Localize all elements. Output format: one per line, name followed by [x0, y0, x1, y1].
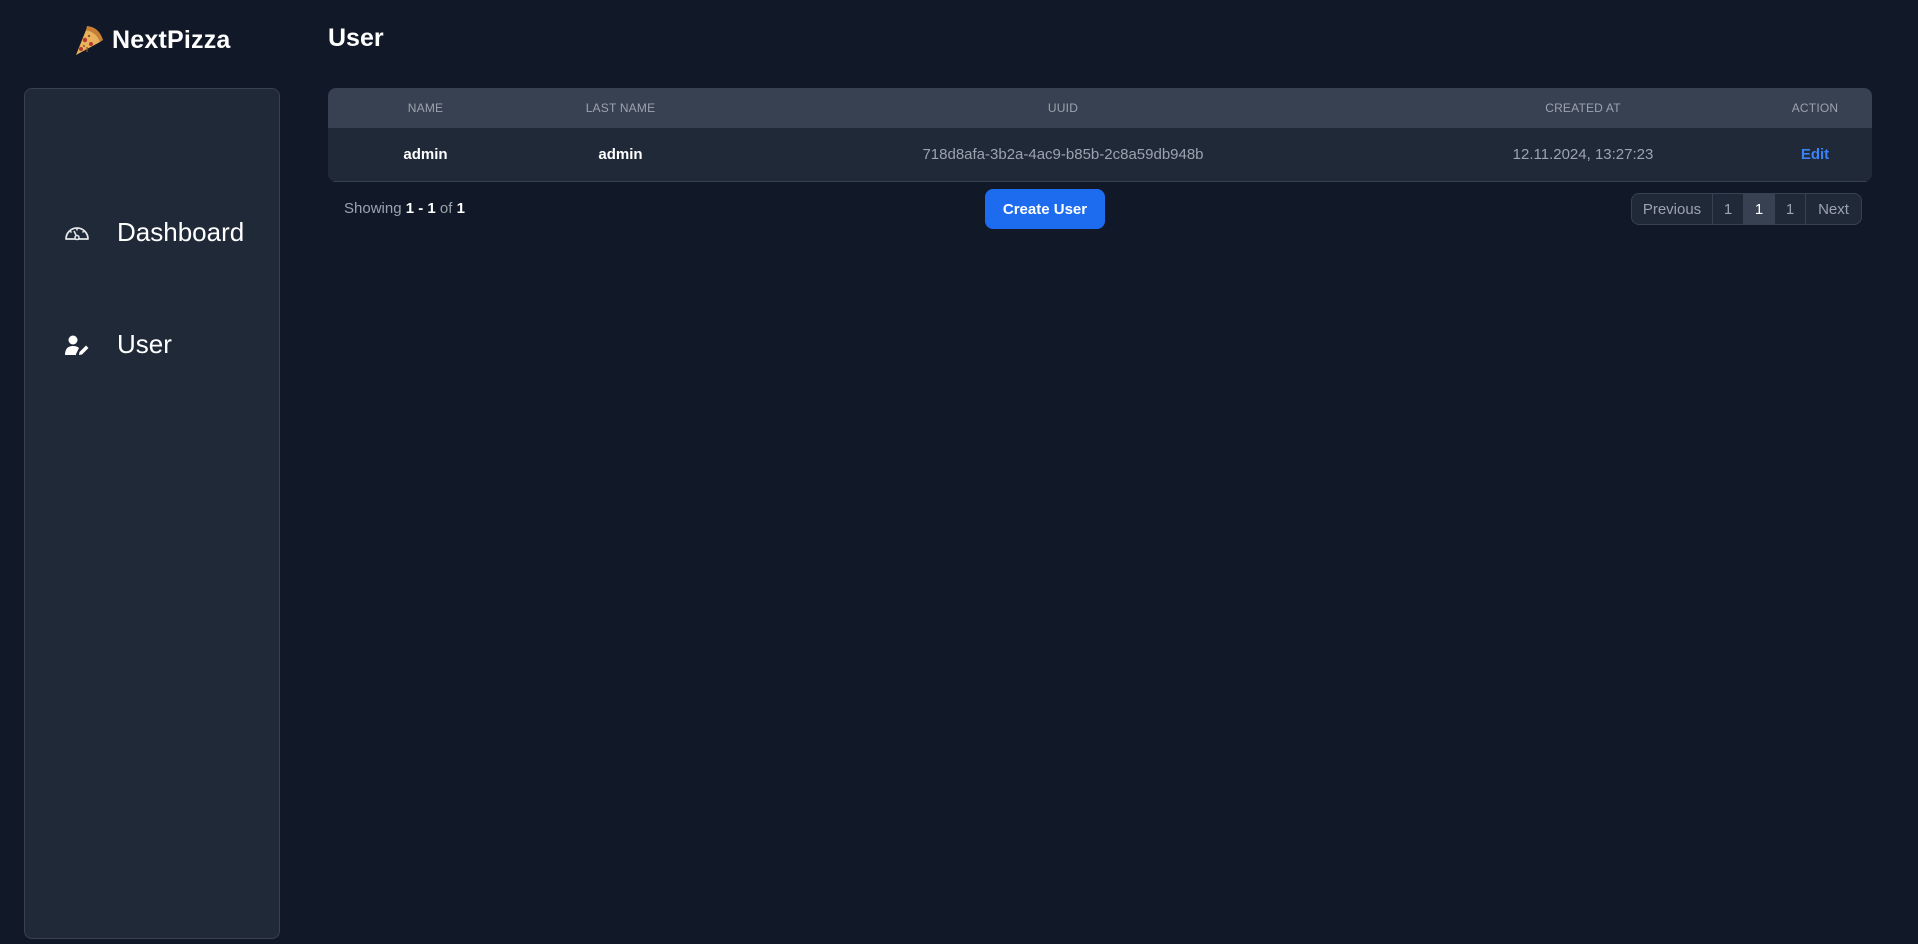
create-user-button[interactable]: Create User [985, 189, 1105, 229]
showing-prefix: Showing [344, 200, 402, 217]
sidebar-item-dashboard[interactable]: Dashboard [63, 217, 244, 248]
next-page-button[interactable]: Next [1806, 194, 1861, 224]
range-start: 1 [405, 200, 415, 217]
sidebar-item-user[interactable]: User [63, 329, 172, 360]
users-table: NAME LAST NAME UUID CREATED AT ACTION ad… [328, 88, 1872, 182]
of-label: of [439, 200, 453, 217]
showing-summary: Showing 1 - 1 of 1 [344, 200, 465, 217]
page-button-current[interactable]: 1 [1744, 194, 1775, 224]
pagination: Previous 1 1 1 Next [1631, 193, 1862, 225]
gauge-icon [63, 221, 91, 245]
table-header-row: NAME LAST NAME UUID CREATED AT ACTION [328, 88, 1872, 128]
column-header-action: ACTION [1791, 101, 1839, 115]
range-end: 1 [427, 200, 436, 217]
cell-last-name: admin [598, 145, 643, 163]
range-separator: - [414, 200, 428, 217]
cell-name: admin [403, 145, 448, 163]
column-header-last-name: LAST NAME [585, 101, 656, 115]
sidebar: Dashboard User [24, 88, 280, 939]
pizza-slice-icon [70, 22, 106, 58]
cell-action: Edit [1758, 128, 1872, 181]
cell-uuid: 718d8afa-3b2a-4ac9-b85b-2c8a59db948b [922, 145, 1204, 163]
cell-created-at: 12.11.2024, 13:27:23 [1512, 145, 1654, 163]
column-header-uuid: UUID [1047, 101, 1079, 115]
page-button[interactable]: 1 [1713, 194, 1744, 224]
column-header-name: NAME [407, 101, 444, 115]
total-count: 1 [456, 200, 465, 217]
brand-name: NextPizza [112, 25, 231, 54]
brand-logo[interactable]: NextPizza [70, 20, 231, 60]
user-edit-icon [63, 333, 91, 357]
column-header-created-at: CREATED AT [1545, 101, 1621, 115]
edit-link[interactable]: Edit [1801, 146, 1829, 163]
page-button[interactable]: 1 [1775, 194, 1806, 224]
previous-page-button[interactable]: Previous [1632, 194, 1713, 224]
sidebar-item-label: User [117, 329, 172, 359]
page-title: User [328, 24, 384, 52]
table-row: admin admin 718d8afa-3b2a-4ac9-b85b-2c8a… [328, 128, 1872, 181]
sidebar-item-label: Dashboard [117, 217, 245, 247]
